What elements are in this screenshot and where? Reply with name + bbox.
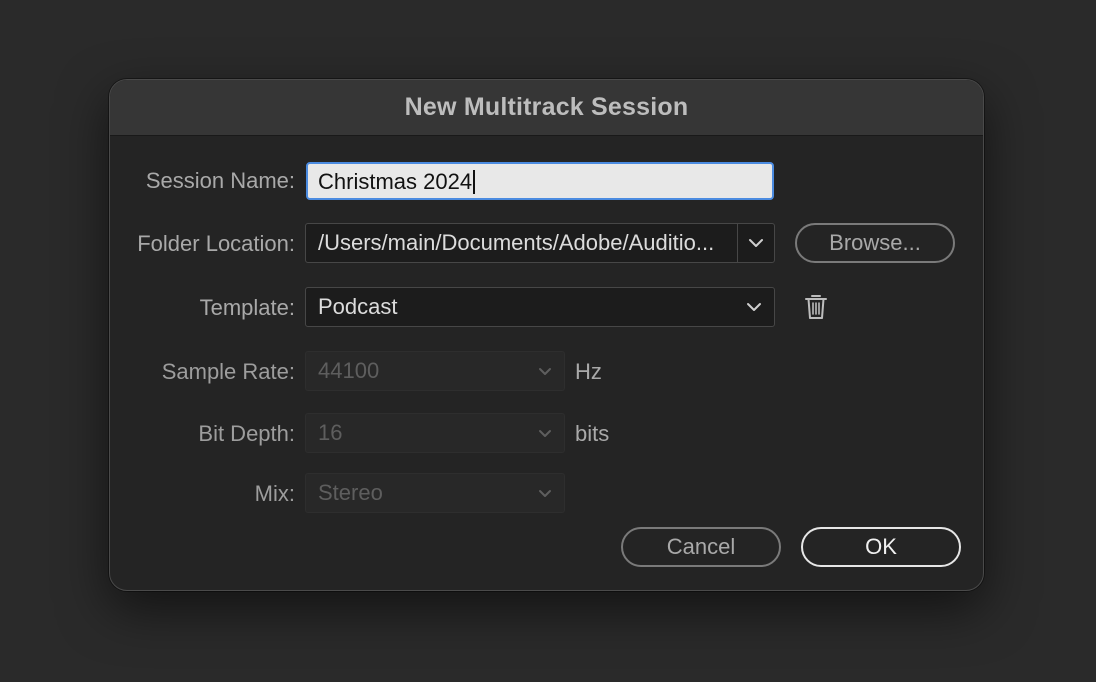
folder-location-value: /Users/main/Documents/Adobe/Auditio... [318,230,715,255]
bit-depth-label: Bit Depth: [198,421,295,446]
mix-select[interactable]: Stereo [305,473,565,513]
folder-location-select[interactable]: /Users/main/Documents/Adobe/Auditio... [305,223,775,263]
session-name-label: Session Name: [145,168,295,193]
new-multitrack-session-dialog: New Multitrack Session Session Name: Chr… [109,79,984,591]
mix-value: Stereo [318,480,383,505]
dialog-titlebar: New Multitrack Session [110,80,983,136]
chevron-down-icon [538,489,552,498]
session-name-value: Christmas 2024 [318,169,473,194]
bit-depth-select[interactable]: 16 [305,413,565,453]
chevron-down-icon [538,429,552,438]
sample-rate-select[interactable]: 44100 [305,351,565,391]
chevron-down-icon [746,302,762,312]
browse-button[interactable]: Browse... [795,223,955,263]
mix-label: Mix: [254,481,295,506]
cancel-button[interactable]: Cancel [621,527,781,567]
chevron-down-icon[interactable] [737,224,774,262]
template-value: Podcast [318,294,398,319]
trash-icon[interactable] [803,293,829,321]
sample-rate-label: Sample Rate: [161,359,295,384]
folder-location-label: Folder Location: [137,231,295,256]
chevron-down-icon [538,367,552,376]
sample-rate-unit: Hz [575,359,602,384]
bit-depth-unit: bits [575,421,610,446]
template-select[interactable]: Podcast [305,287,775,327]
ok-button[interactable]: OK [801,527,961,567]
sample-rate-value: 44100 [318,358,380,383]
template-label: Template: [199,295,295,320]
bit-depth-value: 16 [318,420,343,445]
session-name-input[interactable]: Christmas 2024 [306,162,774,200]
text-caret [473,170,476,194]
dialog-title: New Multitrack Session [404,93,689,121]
